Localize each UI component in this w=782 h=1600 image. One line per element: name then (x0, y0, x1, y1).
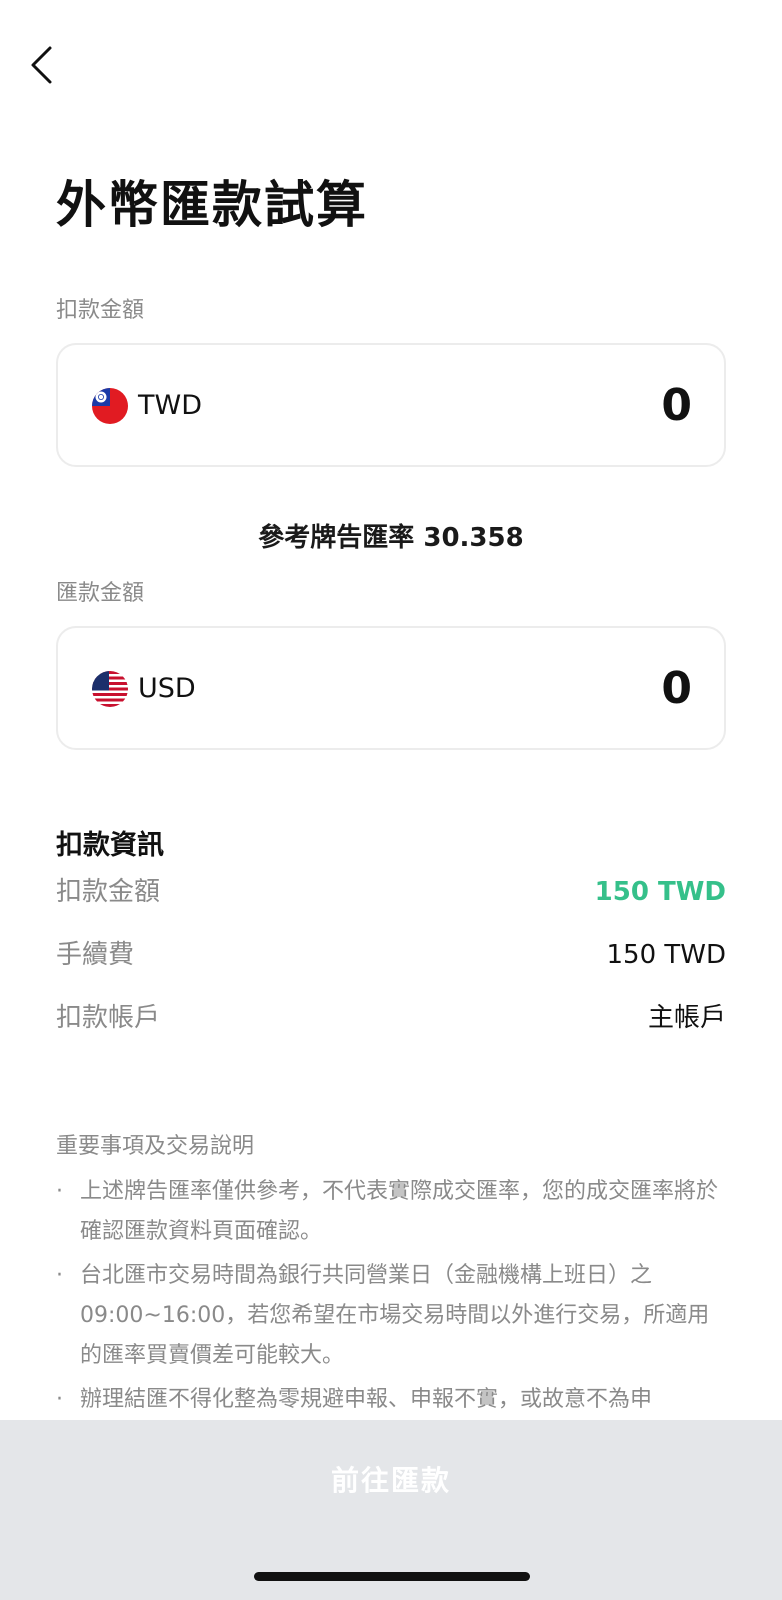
proceed-remittance-button[interactable]: 前往匯款 (0, 1420, 782, 1538)
debit-info-heading: 扣款資訊 (56, 830, 164, 861)
usa-flag-icon (92, 671, 128, 707)
list-item: · 辦理結匯不得化整為零規避申報、申報不實，或故意不為申 (56, 1380, 726, 1420)
remit-amount-field[interactable]: USD (56, 626, 726, 750)
note-text: 上述牌告匯率僅供參考，不代表實際成交匯率，您的成交匯率將於確認匯款資料頁面確認。 (80, 1179, 719, 1244)
info-label: 扣款金額 (56, 877, 161, 907)
info-value: 主帳戶 (647, 1003, 726, 1033)
debit-amount-label: 扣款金額 (56, 298, 145, 323)
debit-amount-input[interactable] (392, 375, 692, 435)
info-label: 手續費 (56, 940, 135, 970)
debit-info-row-fee: 手續費 150 TWD (56, 935, 726, 975)
debit-info-row-amount: 扣款金額 150 TWD (56, 872, 726, 912)
note-text: 辦理結匯不得化整為零規避申報、申報不實，或故意不為申 (80, 1387, 653, 1412)
info-label: 扣款帳戶 (56, 1003, 161, 1033)
info-value: 150 TWD (606, 940, 726, 970)
debit-amount-field[interactable]: TWD (56, 343, 726, 467)
info-value: 150 TWD (594, 877, 726, 907)
remit-amount-label: 匯款金額 (56, 581, 145, 606)
remittance-calculator-screen: 外幣匯款試算 扣款金額 TWD 參考牌告匯率 30.358 匯款金額 (0, 0, 782, 1600)
debit-currency-code: TWD (138, 390, 202, 421)
back-button[interactable] (22, 40, 66, 90)
note-text: 台北匯市交易時間為銀行共同營業日（金融機構上班日）之09:00~16:00，若您… (80, 1263, 710, 1368)
reference-exchange-rate: 參考牌告匯率 30.358 (258, 523, 524, 553)
remit-amount-input[interactable] (392, 658, 692, 718)
bullet: · (56, 1263, 63, 1288)
notes-title: 重要事項及交易說明 (56, 1134, 255, 1159)
bullet: · (56, 1179, 63, 1204)
list-item: · 上述牌告匯率僅供參考，不代表實際成交匯率，您的成交匯率將於確認匯款資料頁面確… (56, 1172, 726, 1252)
notes-list: · 上述牌告匯率僅供參考，不代表實際成交匯率，您的成交匯率將於確認匯款資料頁面確… (56, 1172, 726, 1424)
taiwan-flag-icon (92, 388, 128, 424)
chevron-left-icon (31, 46, 52, 84)
debit-info-row-account: 扣款帳戶 主帳戶 (56, 998, 726, 1038)
home-indicator (254, 1572, 530, 1581)
remit-currency-code: USD (138, 673, 196, 704)
page-title: 外幣匯款試算 (56, 176, 368, 234)
list-item: · 台北匯市交易時間為銀行共同營業日（金融機構上班日）之09:00~16:00，… (56, 1256, 726, 1376)
bullet: · (56, 1387, 63, 1412)
